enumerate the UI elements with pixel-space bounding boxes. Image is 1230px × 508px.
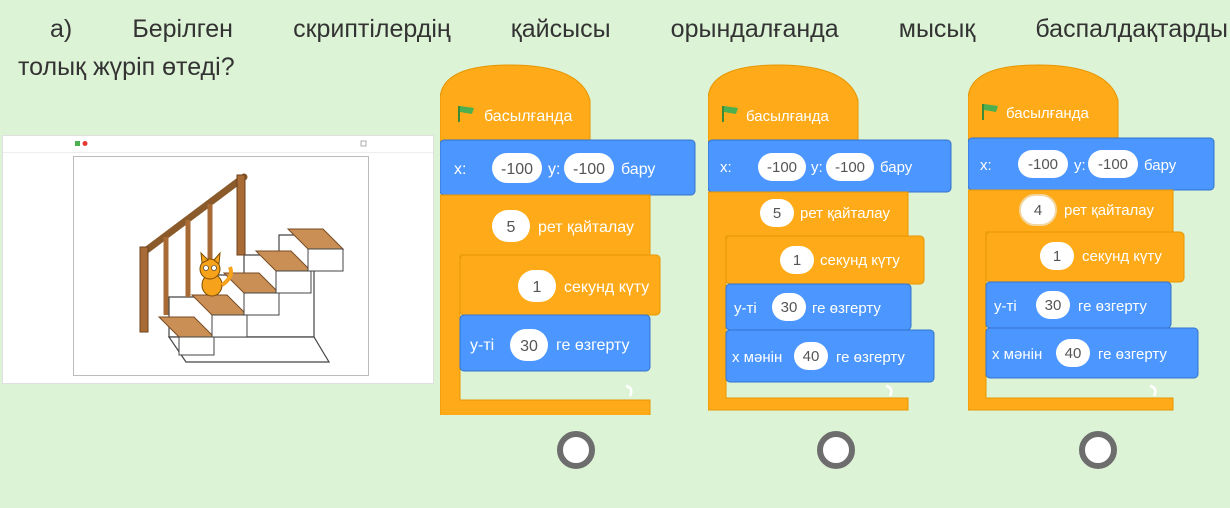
green-flag-icon <box>75 141 80 146</box>
repeat-count: 5 <box>507 219 516 236</box>
stage-screenshot <box>2 135 434 384</box>
fullscreen-icon <box>360 140 367 147</box>
answer-radio-2[interactable] <box>817 431 855 469</box>
question-line-1: а) Берілген скриптілердің қайсысы орында… <box>50 15 1228 43</box>
goto-suffix: бару <box>1144 157 1177 174</box>
change-y-suffix: ге өзгерту <box>812 300 881 317</box>
wait-label: секунд күту <box>820 252 900 269</box>
change-y-value: 30 <box>1045 297 1062 314</box>
wait-value: 1 <box>1053 248 1061 265</box>
hat-label: басылғанда <box>746 108 829 125</box>
repeat-label: рет қайталау <box>538 219 634 236</box>
goto-y-label: y: <box>548 161 560 178</box>
stage-canvas <box>73 156 369 376</box>
script-3[interactable]: басылғанда x: -100 y: -100 бару 4 рет қа… <box>967 60 1218 420</box>
goto-x-value: -100 <box>1028 156 1058 173</box>
wait-value: 1 <box>793 252 801 269</box>
goto-y-value: -100 <box>573 161 605 178</box>
change-y-value: 30 <box>781 299 798 316</box>
goto-x-value: -100 <box>501 161 533 178</box>
script-1[interactable]: басылғанда x: -100 y: -100 бару 5 рет қа… <box>439 60 700 420</box>
change-x-label: х мәнін <box>992 346 1042 363</box>
stairs-illustration <box>139 173 345 363</box>
goto-suffix: бару <box>880 159 913 176</box>
stage-toolbar <box>3 136 433 153</box>
change-x-suffix: ге өзгерту <box>836 349 905 366</box>
change-x-suffix: ге өзгерту <box>1098 346 1167 363</box>
change-y-suffix: ге өзгерту <box>556 337 630 354</box>
loop-arrow-icon <box>1149 384 1157 397</box>
hat-label: басылғанда <box>1006 105 1089 122</box>
goto-y-value: -100 <box>835 159 865 176</box>
goto-y-value: -100 <box>1098 156 1128 173</box>
answer-radio-1[interactable] <box>557 431 595 469</box>
wait-value: 1 <box>533 279 542 296</box>
change-x-value: 40 <box>803 348 820 365</box>
goto-x-label: x: <box>454 161 466 178</box>
repeat-count: 4 <box>1034 202 1042 219</box>
goto-suffix: бару <box>621 161 655 178</box>
goto-x-label: x: <box>980 157 992 174</box>
answer-radio-3[interactable] <box>1079 431 1117 469</box>
goto-y-label: y: <box>1074 157 1086 174</box>
repeat-label: рет қайталау <box>1064 202 1154 219</box>
change-x-value: 40 <box>1065 345 1082 362</box>
goto-x-value: -100 <box>767 159 797 176</box>
loop-arrow-icon <box>625 384 633 397</box>
repeat-label: рет қайталау <box>800 205 890 222</box>
loop-arrow-icon <box>885 384 893 397</box>
change-y-label: у-ті <box>734 300 757 317</box>
wait-label: секунд күту <box>564 279 649 296</box>
change-y-suffix: ге өзгерту <box>1078 298 1147 315</box>
stop-icon <box>82 141 88 146</box>
change-y-value: 30 <box>520 338 538 355</box>
goto-y-label: y: <box>811 159 823 176</box>
stage-toolbar-controls <box>75 140 367 147</box>
script-2[interactable]: басылғанда x: -100 y: -100 бару 5 рет қа… <box>707 60 958 420</box>
change-y-label: у-ті <box>994 298 1017 315</box>
wait-label: секунд күту <box>1082 248 1162 265</box>
hat-label: басылғанда <box>484 108 572 125</box>
repeat-count: 5 <box>773 205 781 222</box>
goto-x-label: x: <box>720 159 732 176</box>
change-x-label: х мәнін <box>732 349 782 366</box>
change-y-label: y-ті <box>470 337 494 354</box>
